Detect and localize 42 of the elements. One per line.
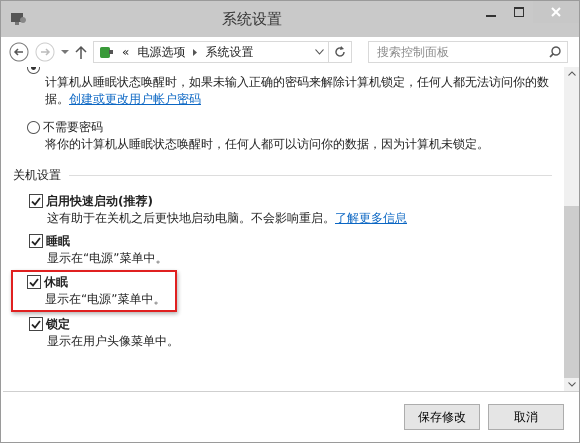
breadcrumb-item[interactable]: 电源选项 <box>137 44 186 60</box>
minimize-icon <box>486 14 496 16</box>
scroll-down-icon[interactable] <box>568 382 576 387</box>
refresh-icon <box>334 46 346 58</box>
checkbox[interactable] <box>29 194 43 208</box>
option-description: 这有助于在关机之后更快地启动电脑。不会影响重启。了解更多信息 <box>47 210 408 227</box>
option-label: 不需要密码 <box>43 118 103 136</box>
refresh-button[interactable] <box>328 41 352 63</box>
checkbox-label: 启用快速启动(推荐) <box>46 192 153 210</box>
section-heading: 关机设置 <box>13 167 61 184</box>
search-icon <box>549 46 561 58</box>
password-link[interactable]: 创建或更改用户帐户密码 <box>69 92 201 106</box>
option-description: 显示在“电源”菜单中。 <box>47 250 168 267</box>
breadcrumb-separator: « <box>122 45 130 59</box>
option-description: 将你的计算机从睡眠状态唤醒时，任何人都可以访问你的数据，因为计算机未锁定。 <box>45 136 490 153</box>
save-button[interactable]: 保存修改 <box>404 404 480 430</box>
close-icon <box>551 7 561 17</box>
radio-button[interactable] <box>27 120 40 134</box>
option-description: 显示在用户头像菜单中。 <box>47 333 180 350</box>
chevron-down-icon <box>315 49 324 55</box>
scrollbar[interactable] <box>564 67 579 391</box>
checkbox[interactable] <box>29 317 43 331</box>
cancel-button[interactable]: 取消 <box>488 404 564 430</box>
up-icon[interactable] <box>75 45 87 59</box>
learn-more-link[interactable]: 了解更多信息 <box>335 211 407 225</box>
checkbox-label: 睡眠 <box>46 232 70 250</box>
option-description: 计算机从睡眠状态唤醒时，如果未输入正确的密码来解除计算机锁定，任何人都无法访问你的数据。创建或更改用户帐户密码 <box>45 74 550 108</box>
checkbox[interactable] <box>29 234 43 248</box>
address-bar[interactable]: « 电源选项 系统设置 <box>93 41 329 63</box>
checkbox-label: 休眠 <box>44 274 68 290</box>
search-box[interactable]: 搜索控制面板 <box>368 41 568 63</box>
dropdown-icon[interactable] <box>61 49 69 55</box>
back-icon[interactable] <box>9 42 29 62</box>
checkbox-label: 锁定 <box>46 316 70 332</box>
breadcrumb-item[interactable]: 系统设置 <box>205 44 254 60</box>
scroll-up-icon[interactable] <box>568 71 576 76</box>
window-title: 系统设置 <box>221 10 283 28</box>
option-description: 显示在“电源”菜单中。 <box>45 291 166 308</box>
chevron-right-icon <box>193 48 198 56</box>
computer-icon <box>9 11 27 27</box>
maximize-icon <box>514 7 524 17</box>
checkbox[interactable] <box>27 275 41 289</box>
